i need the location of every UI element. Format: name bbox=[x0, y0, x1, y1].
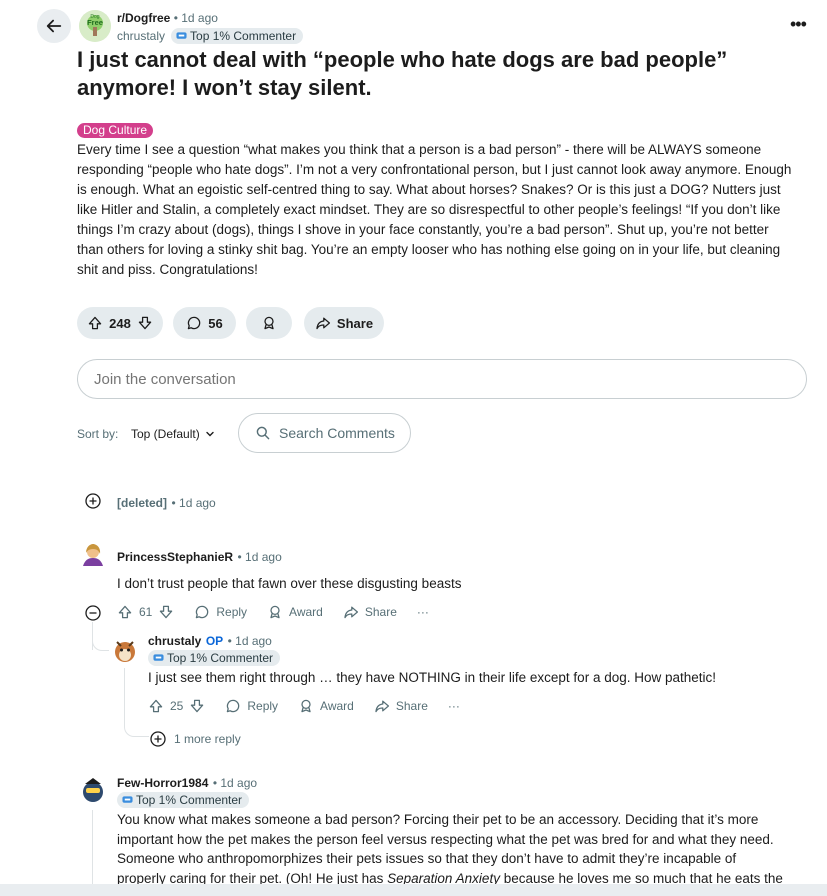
comment-count: 56 bbox=[208, 315, 223, 331]
award-icon bbox=[301, 699, 311, 713]
comment-header: chrustaly OP • 1d ago bbox=[148, 634, 272, 648]
bottom-scroll-bar bbox=[0, 884, 827, 896]
comment-header: Few-Horror1984 • 1d ago bbox=[117, 776, 258, 790]
commenter-badge-icon bbox=[153, 654, 164, 661]
more-replies-button[interactable]: 1 more reply bbox=[150, 731, 241, 747]
join-conversation-input[interactable] bbox=[77, 359, 807, 399]
comment-icon bbox=[227, 699, 240, 713]
share-button[interactable]: Share bbox=[374, 698, 428, 714]
vote-count: 248 bbox=[109, 315, 131, 331]
commenter-badge-icon bbox=[176, 32, 187, 39]
expand-comment-icon[interactable] bbox=[85, 493, 101, 509]
upvote-icon[interactable] bbox=[148, 698, 164, 714]
avatar[interactable] bbox=[77, 774, 109, 806]
comment-text: I don’t trust people that fawn over thes… bbox=[117, 576, 462, 591]
reply-button[interactable]: Reply bbox=[194, 604, 247, 620]
back-button[interactable] bbox=[37, 9, 71, 43]
comment-author[interactable]: Few-Horror1984 bbox=[117, 776, 208, 790]
more-options-icon[interactable]: ··· bbox=[417, 605, 429, 619]
downvote-icon[interactable] bbox=[189, 698, 205, 714]
vote-pill: 248 bbox=[77, 307, 163, 339]
commenter-badge-icon bbox=[122, 796, 133, 803]
comment-author[interactable]: chrustaly bbox=[148, 634, 201, 648]
post-title: I just cannot deal with “people who hate… bbox=[77, 47, 728, 100]
comments-button[interactable]: 56 bbox=[173, 307, 236, 339]
search-comments-box[interactable]: Search Comments bbox=[238, 413, 411, 453]
sort-label: Sort by: bbox=[77, 427, 119, 441]
share-button[interactable]: Share bbox=[343, 604, 397, 620]
chevron-down-icon bbox=[206, 431, 214, 437]
subreddit-avatar[interactable]: Dog Free bbox=[79, 10, 111, 42]
award-icon bbox=[264, 316, 274, 330]
thread-line bbox=[124, 668, 149, 737]
more-options-icon[interactable]: ··· bbox=[448, 699, 460, 713]
upvote-icon[interactable] bbox=[87, 315, 103, 331]
search-icon bbox=[256, 426, 270, 440]
tree-logo-icon: Dog Free bbox=[79, 10, 111, 42]
more-options-icon[interactable]: ••• bbox=[790, 14, 807, 35]
arrow-left-icon bbox=[46, 19, 62, 33]
deleted-comment-header: [deleted] • 1d ago bbox=[117, 496, 216, 510]
share-button[interactable]: Share bbox=[304, 307, 384, 339]
author-flair-badge: Top 1% Commenter bbox=[117, 792, 250, 810]
svg-text:Free: Free bbox=[87, 18, 103, 27]
post-author-row: chrustaly Top 1% Commenter bbox=[117, 28, 304, 44]
op-badge: OP bbox=[205, 634, 224, 648]
comment-actions: 25 Reply Award Share ··· bbox=[148, 698, 460, 714]
post-flair[interactable]: Dog Culture bbox=[77, 123, 154, 138]
sort-dropdown[interactable]: Top (Default) bbox=[131, 427, 215, 441]
author-flair-badge: Top 1% Commenter bbox=[148, 650, 281, 668]
comment-actions: 61 Reply Award Share ··· bbox=[117, 604, 429, 620]
avatar[interactable] bbox=[77, 540, 109, 572]
collapse-comment-icon[interactable] bbox=[85, 605, 101, 621]
comment-icon bbox=[196, 605, 209, 619]
author-flair-badge: Top 1% Commenter bbox=[171, 28, 304, 44]
comment-author[interactable]: PrincessStephanieR bbox=[117, 550, 233, 564]
post-body: Every time I see a question “what makes … bbox=[77, 142, 792, 277]
comment-header: PrincessStephanieR • 1d ago bbox=[117, 550, 282, 564]
comment-icon bbox=[188, 316, 201, 330]
post-time: 1d ago bbox=[181, 11, 218, 25]
share-icon bbox=[344, 606, 358, 619]
thread-connector bbox=[92, 636, 109, 651]
post-meta: r/Dogfree • 1d ago bbox=[117, 11, 218, 25]
vote-group: 25 bbox=[148, 698, 205, 714]
plus-circle-icon bbox=[150, 731, 166, 747]
vote-group: 61 bbox=[117, 604, 174, 620]
award-icon bbox=[270, 605, 280, 619]
reply-button[interactable]: Reply bbox=[225, 698, 278, 714]
comment-text: You know what makes someone a bad person… bbox=[117, 812, 783, 886]
comment-text: I just see them right through … they hav… bbox=[148, 670, 717, 685]
award-button[interactable]: Award bbox=[298, 698, 354, 714]
downvote-icon[interactable] bbox=[158, 604, 174, 620]
award-button[interactable]: Award bbox=[267, 604, 323, 620]
award-button[interactable] bbox=[246, 307, 292, 339]
subreddit-link[interactable]: r/Dogfree bbox=[117, 11, 170, 25]
user-avatar-icon bbox=[110, 636, 140, 666]
share-icon bbox=[316, 317, 330, 330]
avatar[interactable] bbox=[110, 636, 140, 666]
upvote-icon[interactable] bbox=[117, 604, 133, 620]
post-author[interactable]: chrustaly bbox=[117, 29, 165, 43]
user-avatar-icon bbox=[77, 540, 109, 572]
downvote-icon[interactable] bbox=[137, 315, 153, 331]
share-icon bbox=[375, 700, 389, 713]
user-avatar-icon bbox=[77, 774, 109, 806]
